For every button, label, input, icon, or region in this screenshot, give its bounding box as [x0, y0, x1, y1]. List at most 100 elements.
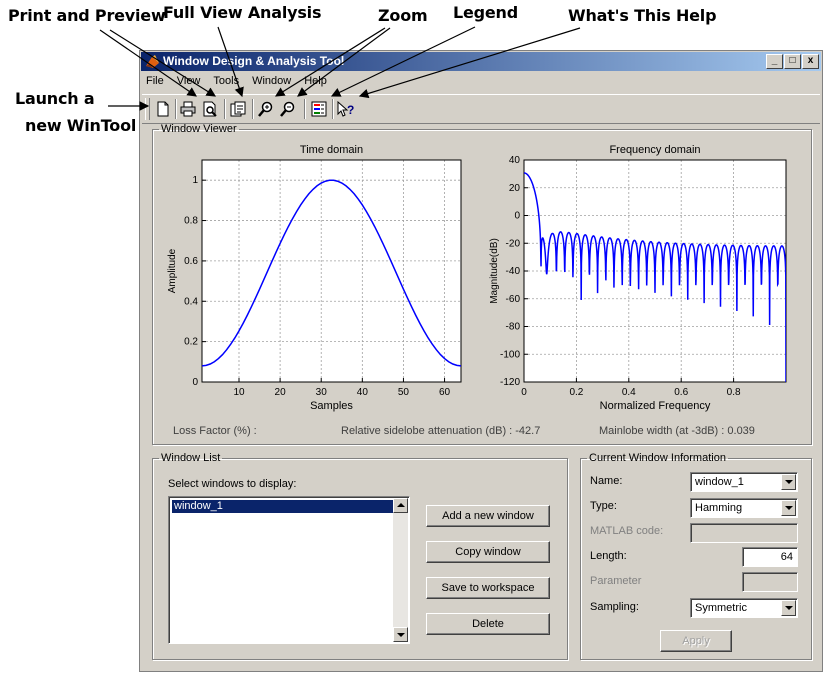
chart-title: Frequency domain: [609, 144, 700, 156]
toolbar-separator: [332, 99, 334, 119]
window-listbox[interactable]: window_1: [168, 496, 410, 644]
toolbar-separator: [224, 99, 226, 119]
toolbar-grip[interactable]: [145, 98, 150, 120]
zoom-out-icon[interactable]: [278, 99, 298, 119]
print-preview-icon[interactable]: [200, 99, 220, 119]
menu-view[interactable]: View: [177, 74, 201, 92]
matlab-logo-icon: [146, 55, 159, 68]
sampling-label: Sampling:: [590, 601, 639, 613]
window-title: Window Design & Analysis Tool: [163, 54, 345, 68]
type-label: Type:: [590, 500, 617, 512]
scroll-down-icon[interactable]: [393, 627, 408, 642]
x-axis-label: Samples: [310, 400, 353, 412]
toolbar: ?: [142, 94, 820, 124]
y-axis-label: Amplitude: [167, 248, 178, 293]
close-button[interactable]: x: [802, 54, 819, 69]
y-tick-label: -120: [500, 377, 520, 388]
y-tick-label: 0.4: [184, 296, 198, 307]
mainlobe-width-label: Mainlobe width (at -3dB) : 0.039: [599, 425, 755, 437]
title-bar[interactable]: Window Design & Analysis Tool _ □ x: [141, 52, 821, 71]
sidelobe-attenuation-label: Relative sidelobe attenuation (dB) : -42…: [341, 425, 541, 437]
x-tick-label: 20: [275, 387, 287, 398]
y-tick-label: 20: [509, 183, 521, 194]
x-tick-label: 0: [521, 387, 527, 398]
full-view-icon[interactable]: [228, 99, 248, 119]
name-dropdown[interactable]: window_1: [690, 472, 798, 492]
length-field[interactable]: 64: [742, 547, 798, 567]
add-window-button[interactable]: Add a new window: [426, 505, 550, 527]
type-dropdown[interactable]: Hamming: [690, 498, 798, 518]
callout-launch-line2: new WinTool: [25, 116, 137, 135]
chevron-down-icon[interactable]: [781, 474, 796, 490]
x-axis-label: Normalized Frequency: [600, 400, 711, 412]
listbox-scrollbar[interactable]: [393, 498, 408, 642]
type-value: Hamming: [695, 502, 743, 514]
x-tick-label: 10: [233, 387, 245, 398]
y-tick-label: -80: [506, 322, 521, 333]
plot-area: [202, 160, 461, 382]
chevron-down-icon[interactable]: [781, 600, 796, 616]
x-tick-label: 60: [439, 387, 451, 398]
y-tick-label: 40: [509, 155, 521, 166]
sampling-value: Symmetric: [695, 602, 747, 614]
delete-button[interactable]: Delete: [426, 613, 550, 635]
y-tick-label: 0.2: [184, 337, 198, 348]
maximize-button[interactable]: □: [784, 54, 801, 69]
chart-title: Time domain: [300, 144, 363, 156]
matlab-code-field[interactable]: [690, 523, 798, 543]
x-tick-label: 0.6: [674, 387, 688, 398]
loss-factor-label: Loss Factor (%) :: [173, 425, 257, 437]
y-tick-label: -60: [506, 294, 521, 305]
scroll-up-icon[interactable]: [393, 498, 408, 513]
x-tick-label: 0.2: [569, 387, 583, 398]
length-value: 64: [780, 551, 793, 563]
select-windows-label: Select windows to display:: [168, 478, 297, 490]
menu-tools[interactable]: Tools: [213, 74, 239, 92]
x-tick-label: 30: [316, 387, 328, 398]
toolbar-separator: [175, 99, 177, 119]
chevron-down-icon[interactable]: [781, 500, 796, 516]
sampling-dropdown[interactable]: Symmetric: [690, 598, 798, 618]
matlab-code-label: MATLAB code:: [590, 525, 664, 537]
toolbar-separator: [252, 99, 254, 119]
x-tick-label: 0.4: [622, 387, 636, 398]
copy-window-button[interactable]: Copy window: [426, 541, 550, 563]
save-to-workspace-button[interactable]: Save to workspace: [426, 577, 550, 599]
minimize-button[interactable]: _: [766, 54, 783, 69]
list-item[interactable]: window_1: [172, 500, 394, 513]
x-tick-label: 0.8: [727, 387, 741, 398]
callout-legend: Legend: [453, 3, 518, 22]
name-value: window_1: [695, 476, 744, 488]
x-tick-label: 50: [398, 387, 410, 398]
callout-whats-this-help: What's This Help: [568, 6, 717, 25]
parameter-field[interactable]: [742, 572, 798, 592]
y-tick-label: -100: [500, 349, 520, 360]
y-tick-label: 1: [192, 175, 198, 186]
y-axis-label: Magnitude(dB): [489, 238, 500, 304]
apply-button[interactable]: Apply: [660, 630, 732, 652]
y-tick-label: -40: [506, 266, 521, 277]
name-label: Name:: [590, 475, 623, 487]
parameter-label: Parameter: [590, 575, 642, 587]
window-viewer-legend: Window Viewer: [161, 123, 237, 135]
current-window-info-legend: Current Window Information: [589, 452, 726, 464]
toolbar-separator: [304, 99, 306, 119]
callout-zoom: Zoom: [378, 6, 428, 25]
y-tick-label: -20: [506, 238, 521, 249]
callout-launch-line1: Launch a: [15, 89, 95, 108]
time-domain-chart: 10 20 30 40 50 60 0 0.2 0.4 0.6 0.8 1 Time domain Sam…: [167, 144, 462, 412]
whats-this-icon[interactable]: ?: [336, 99, 356, 119]
x-tick-label: 40: [357, 387, 369, 398]
y-tick-label: 0: [514, 211, 520, 222]
menu-window[interactable]: Window: [252, 74, 291, 92]
menu-bar: File View Tools Window Help: [146, 74, 327, 92]
y-tick-label: 0: [192, 377, 198, 388]
zoom-in-icon[interactable]: [256, 99, 276, 119]
legend-icon[interactable]: [309, 99, 329, 119]
menu-file[interactable]: File: [146, 74, 164, 92]
new-document-icon[interactable]: [153, 99, 173, 119]
print-icon[interactable]: [178, 99, 198, 119]
menu-help[interactable]: Help: [304, 74, 327, 92]
callout-print-preview: Print and Preview: [8, 6, 166, 25]
y-tick-label: 0.6: [184, 256, 198, 267]
